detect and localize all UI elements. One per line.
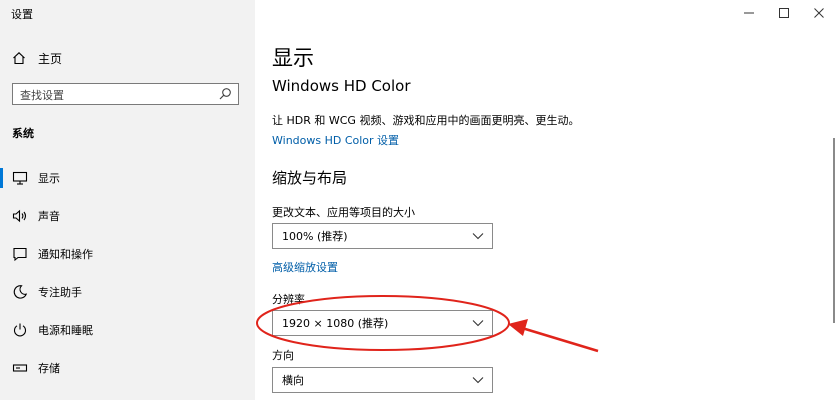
main-content: 显示 Windows HD Color 让 HDR 和 WCG 视频、游戏和应用… xyxy=(255,0,839,400)
sidebar-item-display[interactable]: 显示 xyxy=(0,163,255,193)
sidebar: 设置 主页 系统 显示 声音 通知和操 xyxy=(0,0,255,400)
sidebar-item-label: 存储 xyxy=(38,362,60,375)
scale-value: 100% (推荐) xyxy=(282,230,348,243)
orientation-dropdown[interactable]: 横向 xyxy=(272,367,493,393)
page-title: 显示 xyxy=(272,46,314,70)
sidebar-item-label: 专注助手 xyxy=(38,286,82,299)
hd-color-heading: Windows HD Color xyxy=(272,77,411,95)
minimize-button[interactable] xyxy=(738,2,760,24)
home-icon xyxy=(13,52,25,65)
sidebar-item-notifications[interactable]: 通知和操作 xyxy=(0,239,255,269)
hd-color-description: 让 HDR 和 WCG 视频、游戏和应用中的画面更明亮、更生动。 xyxy=(272,114,580,127)
section-header-system: 系统 xyxy=(12,127,34,140)
storage-icon xyxy=(12,364,28,372)
scale-label: 更改文本、应用等项目的大小 xyxy=(272,206,415,219)
sidebar-item-power-sleep[interactable]: 电源和睡眠 xyxy=(0,315,255,345)
search-box xyxy=(12,83,239,106)
search-icon[interactable] xyxy=(218,87,232,101)
search-input[interactable] xyxy=(13,85,210,106)
chevron-down-icon xyxy=(472,233,484,240)
orientation-value: 横向 xyxy=(282,374,304,387)
maximize-icon xyxy=(779,8,789,18)
sidebar-item-label: 通知和操作 xyxy=(38,248,93,261)
window-title: 设置 xyxy=(11,8,33,21)
scrollbar[interactable] xyxy=(833,138,835,323)
sidebar-item-label: 电源和睡眠 xyxy=(38,324,93,337)
sidebar-item-storage[interactable]: 存储 xyxy=(0,353,255,383)
home-nav-item[interactable]: 主页 xyxy=(12,49,62,67)
sidebar-item-label: 显示 xyxy=(38,172,60,185)
resolution-label: 分辨率 xyxy=(272,293,305,306)
sidebar-item-sound[interactable]: 声音 xyxy=(0,201,255,231)
resolution-dropdown[interactable]: 1920 × 1080 (推荐) xyxy=(272,310,493,336)
speaker-icon xyxy=(12,209,27,223)
close-button[interactable] xyxy=(808,2,830,24)
scale-layout-heading: 缩放与布局 xyxy=(272,169,348,187)
advanced-scaling-link[interactable]: 高级缩放设置 xyxy=(272,259,338,275)
power-icon xyxy=(13,323,27,337)
notification-icon xyxy=(13,247,27,262)
sidebar-item-label: 声音 xyxy=(38,210,60,223)
close-icon xyxy=(814,8,824,18)
resolution-value: 1920 × 1080 (推荐) xyxy=(282,317,389,330)
home-label: 主页 xyxy=(38,51,63,66)
minimize-icon xyxy=(744,12,754,14)
scale-dropdown[interactable]: 100% (推荐) xyxy=(272,223,493,249)
chevron-down-icon xyxy=(472,320,484,327)
selected-indicator xyxy=(0,168,3,188)
monitor-icon xyxy=(12,171,28,185)
maximize-button[interactable] xyxy=(773,2,795,24)
chevron-down-icon xyxy=(472,377,484,384)
hd-color-settings-link[interactable]: Windows HD Color 设置 xyxy=(272,132,399,148)
sidebar-item-focus-assist[interactable]: 专注助手 xyxy=(0,277,255,307)
orientation-label: 方向 xyxy=(272,349,294,362)
moon-icon xyxy=(13,285,28,299)
